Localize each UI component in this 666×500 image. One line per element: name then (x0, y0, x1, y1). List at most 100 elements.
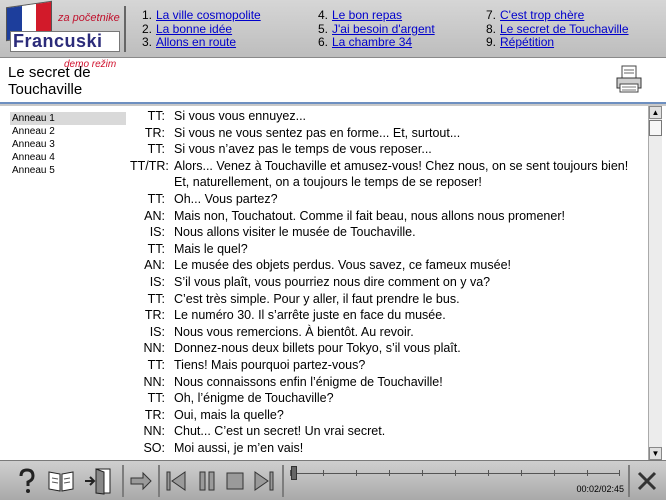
section-list: Anneau 1 Anneau 2 Anneau 3 Anneau 4 Anne… (10, 112, 126, 177)
dialogue-text: Si vous vous ennuyez... (174, 109, 307, 123)
speaker-label: TT: (147, 391, 165, 406)
printer-icon (616, 65, 642, 93)
print-button[interactable] (614, 64, 644, 94)
logo-title: Francuski (10, 31, 120, 52)
dialogue-text: Alors... Venez à Touchaville et amusez-v… (174, 158, 629, 190)
pause-icon (199, 471, 215, 491)
speaker-label: IS: (149, 324, 165, 339)
speaker-label: TT: (147, 142, 165, 157)
lesson-link[interactable]: Le bon repas (332, 8, 402, 22)
lesson-nav-item[interactable]: 7. C'est trop chère (486, 8, 629, 23)
player-toolbar: 00:02/02:45 (0, 460, 666, 500)
dialogue-text: S’il vous plaît, vous pourriez nous dire… (174, 274, 491, 289)
scroll-up-arrow-icon[interactable]: ▲ (649, 106, 662, 119)
speaker-label: TT: (147, 357, 165, 372)
dialogue-text: Mais le quel? (174, 241, 248, 256)
dialogue-text: Donnez-nous deux billets pour Tokyo, s’i… (174, 341, 461, 356)
section-item[interactable]: Anneau 4 (10, 151, 126, 164)
speaker-label: SO: (143, 440, 165, 455)
speaker-label: TR: (144, 407, 165, 422)
toolbar-divider (282, 465, 284, 497)
section-item[interactable]: Anneau 5 (10, 164, 126, 177)
lesson-nav-column-1: 1. La ville cosmopolite 2. La bonne idée 3… (142, 8, 261, 50)
speaker-label: IS: (149, 225, 165, 240)
section-item[interactable]: Anneau 2 (10, 125, 126, 138)
speaker-label: TT: (147, 241, 165, 256)
dialogue-text: Nous allons visiter le musée de Touchavi… (174, 225, 416, 240)
lesson-nav-item[interactable]: 9. Répétition (486, 35, 629, 50)
book-button[interactable] (46, 467, 76, 495)
vertical-scrollbar[interactable]: ▲ ▼ (648, 106, 662, 460)
dialogue-transcript: TT: Si vous vous ennuyez... TR: Si vous ne … (130, 108, 640, 456)
stop-button[interactable] (224, 467, 246, 495)
next-step-button[interactable] (128, 467, 154, 495)
dialogue-text: C’est très simple. Pour y aller, il faut… (174, 291, 460, 306)
section-item[interactable]: Anneau 1 (10, 112, 126, 125)
dialogue-text: Chut... C’est un secret! Un vrai secret. (174, 424, 386, 439)
book-icon (48, 471, 74, 492)
lesson-link[interactable]: Allons en route (156, 35, 236, 49)
audio-progress-slider[interactable] (290, 466, 620, 481)
toolbar-divider (628, 465, 630, 497)
lesson-nav-item[interactable]: 2. La bonne idée (142, 22, 261, 37)
dialogue-line: IS: Nous allons visiter le musée de Touch… (130, 224, 640, 241)
help-button[interactable] (14, 467, 40, 495)
lesson-link[interactable]: Répétition (500, 35, 554, 49)
dialogue-line: AN: Le musée des objets perdus. Vous save… (130, 257, 640, 274)
logo-subtitle: za početnike (58, 12, 120, 24)
dialogue-text: Si vous n’avez pas le temps de vous repo… (174, 142, 432, 157)
scroll-down-arrow-icon[interactable]: ▼ (649, 447, 662, 460)
app-logo: za početnike Francuski (6, 0, 120, 52)
speaker-label: TT: (147, 191, 165, 206)
lesson-link[interactable]: La bonne idée (156, 22, 232, 36)
speaker-label: AN: (144, 258, 165, 273)
lesson-nav-item[interactable]: 4. Le bon repas (318, 8, 435, 23)
progress-handle[interactable] (291, 466, 298, 480)
exit-button[interactable] (82, 467, 114, 495)
skip-back-icon (166, 471, 186, 491)
dialogue-line: TT: Tiens! Mais pourquoi partez-vous? (130, 357, 640, 374)
lesson-link[interactable]: C'est trop chère (500, 8, 584, 22)
app-header: za početnike Francuski 1. La ville cosmop… (0, 0, 666, 58)
lesson-nav-item[interactable]: 1. La ville cosmopolite (142, 8, 261, 23)
skip-forward-button[interactable] (252, 467, 276, 495)
lesson-link[interactable]: J'ai besoin d'argent (332, 22, 435, 36)
dialogue-line: TR: Le numéro 30. Il s’arrête juste en fa… (130, 307, 640, 324)
skip-forward-icon (254, 471, 274, 491)
dialogue-line: IS: Nous vous remercions. À bientôt. Au r… (130, 324, 640, 341)
demo-mode-badge: demo režim (64, 59, 117, 70)
dialogue-line: NN: Donnez-nous deux billets pour Tokyo, … (130, 340, 640, 357)
dialogue-line: NN: Chut... C’est un secret! Un vrai secr… (130, 423, 640, 440)
dialogue-text: Si vous ne vous sentez pas en forme... E… (174, 125, 461, 140)
close-button[interactable] (634, 467, 660, 495)
help-icon (19, 468, 35, 493)
dialogue-text: Le numéro 30. Il s’arrête juste en face … (174, 308, 446, 323)
speaker-label: IS: (149, 274, 165, 289)
lesson-nav-item[interactable]: 6. La chambre 34 (318, 35, 435, 50)
pause-button[interactable] (196, 467, 218, 495)
dialogue-text: Mais non, Touchatout. Comme il fait beau… (174, 208, 565, 223)
lesson-link[interactable]: La ville cosmopolite (156, 8, 261, 22)
lesson-content: Anneau 1 Anneau 2 Anneau 3 Anneau 4 Anne… (0, 106, 666, 460)
dialogue-line: TT: Oh, l’énigme de Touchaville? (130, 390, 640, 407)
lesson-nav-item[interactable]: 3. Allons en route (142, 35, 261, 50)
scroll-thumb[interactable] (649, 120, 662, 136)
dialogue-text: Oh, l’énigme de Touchaville? (174, 391, 334, 406)
section-item[interactable]: Anneau 3 (10, 138, 126, 151)
dialogue-line: SO: Moi aussi, je m’en vais! (130, 440, 640, 457)
lesson-link[interactable]: La chambre 34 (332, 35, 412, 49)
lesson-title-bar: Le secret de Touchaville demo režim (0, 58, 666, 104)
dialogue-line: TR: Oui, mais la quelle? (130, 407, 640, 424)
dialogue-line: TT: Oh... Vous partez? (130, 191, 640, 208)
lesson-nav-item[interactable]: 5. J'ai besoin d'argent (318, 22, 435, 37)
skip-back-button[interactable] (164, 467, 188, 495)
dialogue-text: Oh... Vous partez? (174, 191, 278, 206)
dialogue-text: Oui, mais la quelle? (174, 407, 284, 422)
lesson-nav-column-3: 7. C'est trop chère 8. Le secret de Toucha… (486, 8, 629, 50)
dialogue-line: TT: Si vous n’avez pas le temps de vous r… (130, 141, 640, 158)
lesson-nav-item[interactable]: 8. Le secret de Touchaville (486, 22, 629, 37)
lesson-link[interactable]: Le secret de Touchaville (500, 22, 629, 36)
dialogue-line: NN: Nous connaissons enfin l’énigme de To… (130, 374, 640, 391)
arrow-right-icon (130, 471, 152, 491)
dialogue-text: Nous connaissons enfin l’énigme de Touch… (174, 374, 443, 389)
